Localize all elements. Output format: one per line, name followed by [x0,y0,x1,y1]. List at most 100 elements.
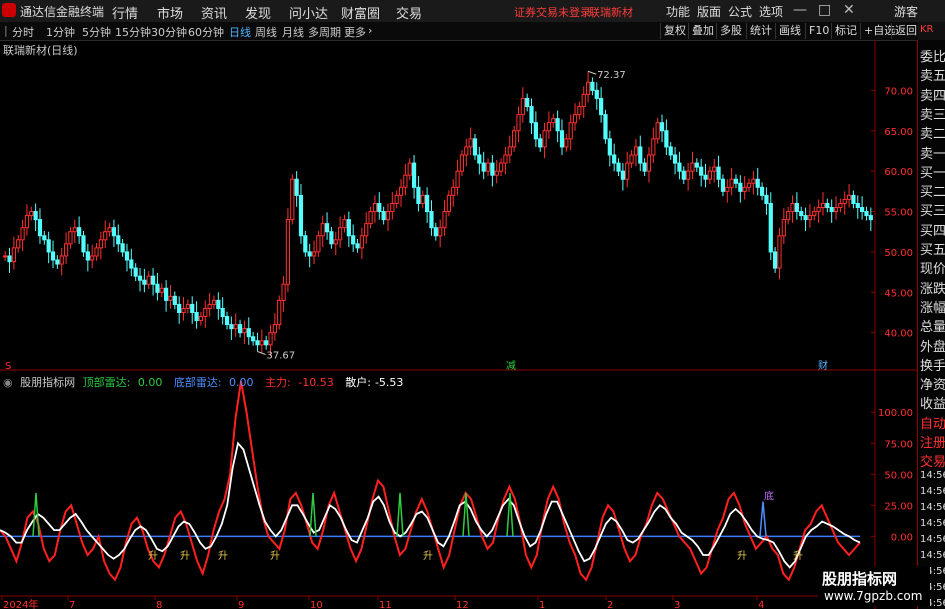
rise-signal-label: 升 [793,550,803,562]
panel-item[interactable]: 净资 [920,374,945,393]
btn-adjust[interactable]: 复权 [660,23,689,39]
candle-body [68,231,73,245]
btn-mark[interactable]: 标记 [831,23,860,39]
menu-market[interactable]: 市场 [157,3,183,22]
candle-body [251,336,256,342]
candle-body [190,303,195,313]
indicator-title[interactable]: 股朋指标网 [20,376,75,389]
candle-body [320,223,325,237]
candle-body [498,162,504,172]
menu-quotes[interactable]: 行情 [112,3,138,22]
menu-function[interactable]: 功能 [666,3,690,20]
menu-formula[interactable]: 公式 [728,3,752,20]
candle-body [98,239,103,249]
tab-multi-period[interactable]: 多周期 [308,24,341,40]
panel-item[interactable]: 卖一 [920,143,945,162]
btn-back[interactable]: 返回 [891,23,920,39]
panel-item[interactable]: 买四 [920,220,945,239]
ind-y-tick-label: 50.00 [884,470,913,481]
quote-side-panel: KR 委比 卖五 卖四 卖三 卖二 卖一 买一 买二 买三 买四 买五 现价 涨跌 涨幅 总量 外盘 换手 净资收… [917,22,945,609]
maximize-icon[interactable]: □ [818,2,831,18]
candle-body [364,223,369,237]
chevron-right-icon[interactable]: › [368,24,372,37]
legend-bottom-radar-label: 底部雷达: [173,376,222,389]
candle-body [255,340,260,346]
indicator-collapse-icon[interactable]: ◉ [3,376,13,389]
tab-30min[interactable]: 30分钟 [151,24,187,40]
btn-f10[interactable]: F10 [805,23,832,39]
menu-layout[interactable]: 版面 [697,3,721,20]
candle-body [664,130,669,148]
panel-item[interactable]: 注册 [920,432,945,451]
panel-item[interactable]: 买一 [920,162,945,181]
panel-item[interactable]: 涨跌 [920,278,945,297]
tab-collapse-icon[interactable]: | [4,24,8,37]
candle-body [572,114,578,124]
tab-monthly[interactable]: 月线 [282,24,304,40]
close-icon[interactable]: ✕ [843,2,855,18]
panel-item[interactable]: 卖四 [920,85,945,104]
candle-body [855,202,860,208]
tab-1min[interactable]: 1分钟 [46,24,75,40]
panel-item[interactable]: 换手 [920,355,945,374]
minimize-icon[interactable]: — [793,2,807,18]
panel-item[interactable]: 委比 [920,46,945,65]
candle-body [759,186,765,196]
x-tick-label: 1 [539,600,545,609]
candle-body [459,154,465,172]
menu-wealth[interactable]: 财富圈 [341,3,380,22]
guest-label[interactable]: 游客 [894,3,918,20]
menu-trade[interactable]: 交易 [396,3,422,22]
panel-item[interactable]: 交易 [920,451,945,470]
menu-discover[interactable]: 发现 [245,3,271,22]
menu-ask[interactable]: 问小达 [289,3,328,22]
btn-overlay[interactable]: 叠加 [688,23,717,39]
candle-body [77,227,82,237]
btn-stats[interactable]: 统计 [746,23,775,39]
tab-60min[interactable]: 60分钟 [188,24,224,40]
candle-body [50,251,56,261]
menu-options[interactable]: 选项 [759,3,783,20]
panel-item[interactable]: 买二 [920,181,945,200]
watermark-title: 股朋指标网 [822,570,898,588]
candle-body [864,211,869,217]
panel-item[interactable]: 买三 [920,200,945,219]
panel-item[interactable]: 外盘 [920,336,945,355]
x-tick-label: 2024年 [3,598,38,609]
panel-item[interactable]: 卖五 [920,65,945,84]
panel-item[interactable]: 收益 [920,393,945,412]
candle-body [324,223,330,233]
tab-intraday[interactable]: 分时 [12,24,34,40]
candle-body [211,299,217,305]
panel-item[interactable]: 总量 [920,316,945,335]
btn-draw[interactable]: 画线 [775,23,804,39]
login-status[interactable]: 证券交易未登录 [514,4,591,20]
tab-more[interactable]: 更多 [344,24,366,40]
charts-area[interactable]: 72.3737.67 40.0045.0050.0055.0060.0065.0… [0,40,917,609]
panel-item[interactable]: 卖二 [920,123,945,142]
ind-y-tick-label: 25.00 [884,501,913,512]
btn-multi-stock[interactable]: 多股 [716,23,745,39]
tab-daily[interactable]: 日线 [229,24,251,40]
candle-body [194,312,199,322]
candle-body [277,299,282,326]
candle-body [294,178,299,196]
tab-5min[interactable]: 5分钟 [82,24,111,40]
tab-weekly[interactable]: 周线 [255,24,277,40]
candle-body [72,227,77,233]
candle-body [485,162,491,172]
candle-body [390,202,395,213]
tab-15min[interactable]: 15分钟 [115,24,151,40]
candle-body [207,303,212,309]
panel-item[interactable]: 买五 [920,239,945,258]
candle-body [712,166,717,172]
panel-item[interactable]: 卖三 [920,104,945,123]
panel-item[interactable]: 涨幅 [920,297,945,316]
candle-body [403,174,408,188]
panel-item[interactable]: 自动 [920,413,945,432]
menu-news[interactable]: 资讯 [201,3,227,22]
candle-body [181,307,186,314]
top-radar-signal [396,492,404,537]
panel-item[interactable]: 现价 [920,258,945,277]
candle-body [794,202,799,213]
